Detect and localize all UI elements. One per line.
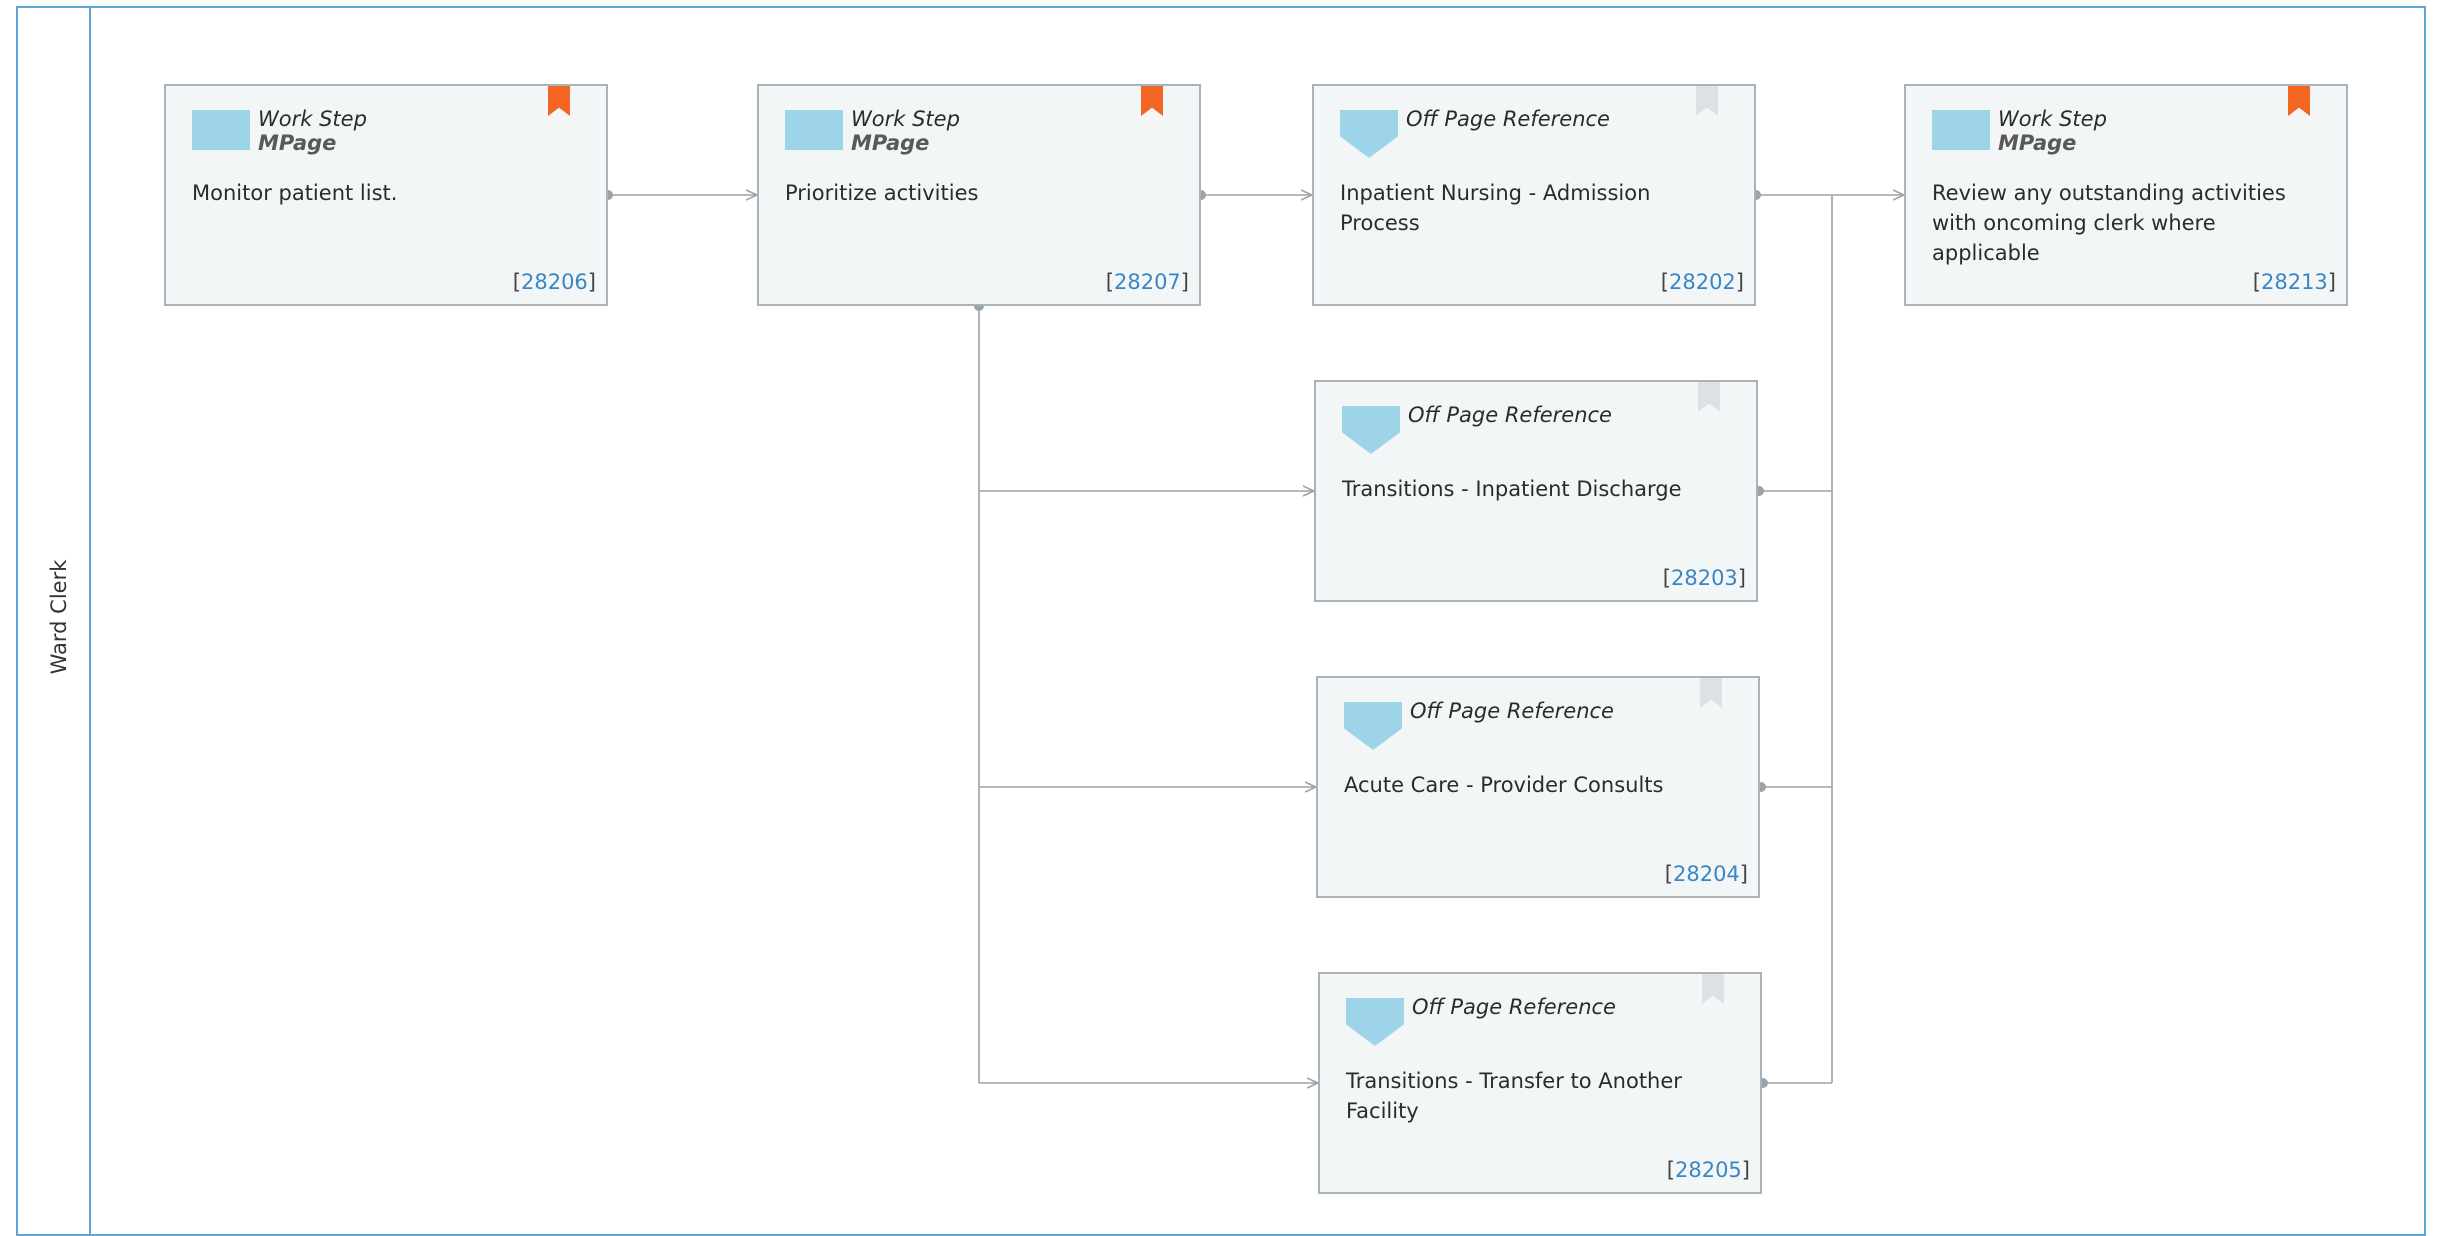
card-type-title: Off Page Reference: [1408, 403, 1612, 427]
off-page-reference-card[interactable]: Off Page Reference Transitions - Inpatie…: [1314, 380, 1758, 602]
off-page-reference-icon: [1346, 998, 1404, 1046]
card-description: Prioritize activities: [785, 181, 979, 205]
bookmark-icon[interactable]: [1141, 86, 1163, 116]
bookmark-icon[interactable]: [1702, 974, 1724, 1004]
card-type-title: Off Page Reference: [1410, 699, 1614, 723]
card-type-title: Off Page Reference: [1412, 995, 1616, 1019]
card-reference: [28207]: [1105, 270, 1189, 294]
reference-link[interactable]: 28206: [521, 270, 588, 294]
card-type-title: Work Step: [851, 107, 960, 131]
off-page-reference-icon: [1344, 702, 1402, 750]
card-description: Inpatient Nursing - Admission Process: [1340, 181, 1651, 235]
card-reference: [28205]: [1666, 1158, 1750, 1182]
card-reference: [28203]: [1662, 566, 1746, 590]
work-step-card[interactable]: Work Step MPage Monitor patient list. [2…: [164, 84, 608, 306]
card-description: Transitions - Transfer to Another Facili…: [1346, 1069, 1682, 1123]
bookmark-icon[interactable]: [1700, 678, 1722, 708]
card-type-title: Work Step: [258, 107, 367, 131]
off-page-reference-card[interactable]: Off Page Reference Inpatient Nursing - A…: [1312, 84, 1756, 306]
work-step-icon: [785, 110, 843, 150]
reference-link[interactable]: 28213: [2261, 270, 2328, 294]
card-reference: [28204]: [1664, 862, 1748, 886]
bookmark-icon[interactable]: [2288, 86, 2310, 116]
off-page-reference-icon: [1340, 110, 1398, 158]
card-reference: [28206]: [512, 270, 596, 294]
reference-link[interactable]: 28203: [1671, 566, 1738, 590]
reference-link[interactable]: 28202: [1669, 270, 1736, 294]
bookmark-icon[interactable]: [1696, 86, 1718, 116]
card-reference: [28213]: [2252, 270, 2336, 294]
card-description: Monitor patient list.: [192, 181, 398, 205]
work-step-icon: [192, 110, 250, 150]
reference-link[interactable]: 28204: [1673, 862, 1740, 886]
reference-link[interactable]: 28205: [1675, 1158, 1742, 1182]
card-type-subtitle: MPage: [258, 131, 337, 155]
card-description: Transitions - Inpatient Discharge: [1342, 477, 1682, 501]
card-type-title: Off Page Reference: [1406, 107, 1610, 131]
card-reference: [28202]: [1660, 270, 1744, 294]
card-type-subtitle: MPage: [1998, 131, 2077, 155]
off-page-reference-card[interactable]: Off Page Reference Transitions - Transfe…: [1318, 972, 1762, 1194]
card-type-subtitle: MPage: [851, 131, 930, 155]
work-step-card[interactable]: Work Step MPage Review any outstanding a…: [1904, 84, 2348, 306]
card-description: Acute Care - Provider Consults: [1344, 773, 1664, 797]
off-page-reference-card[interactable]: Off Page Reference Acute Care - Provider…: [1316, 676, 1760, 898]
bookmark-icon[interactable]: [548, 86, 570, 116]
reference-link[interactable]: 28207: [1114, 270, 1181, 294]
work-step-icon: [1932, 110, 1990, 150]
bookmark-icon[interactable]: [1698, 382, 1720, 412]
work-step-card[interactable]: Work Step MPage Prioritize activities [2…: [757, 84, 1201, 306]
card-description: Review any outstanding activities with o…: [1932, 181, 2286, 265]
off-page-reference-icon: [1342, 406, 1400, 454]
card-type-title: Work Step: [1998, 107, 2107, 131]
